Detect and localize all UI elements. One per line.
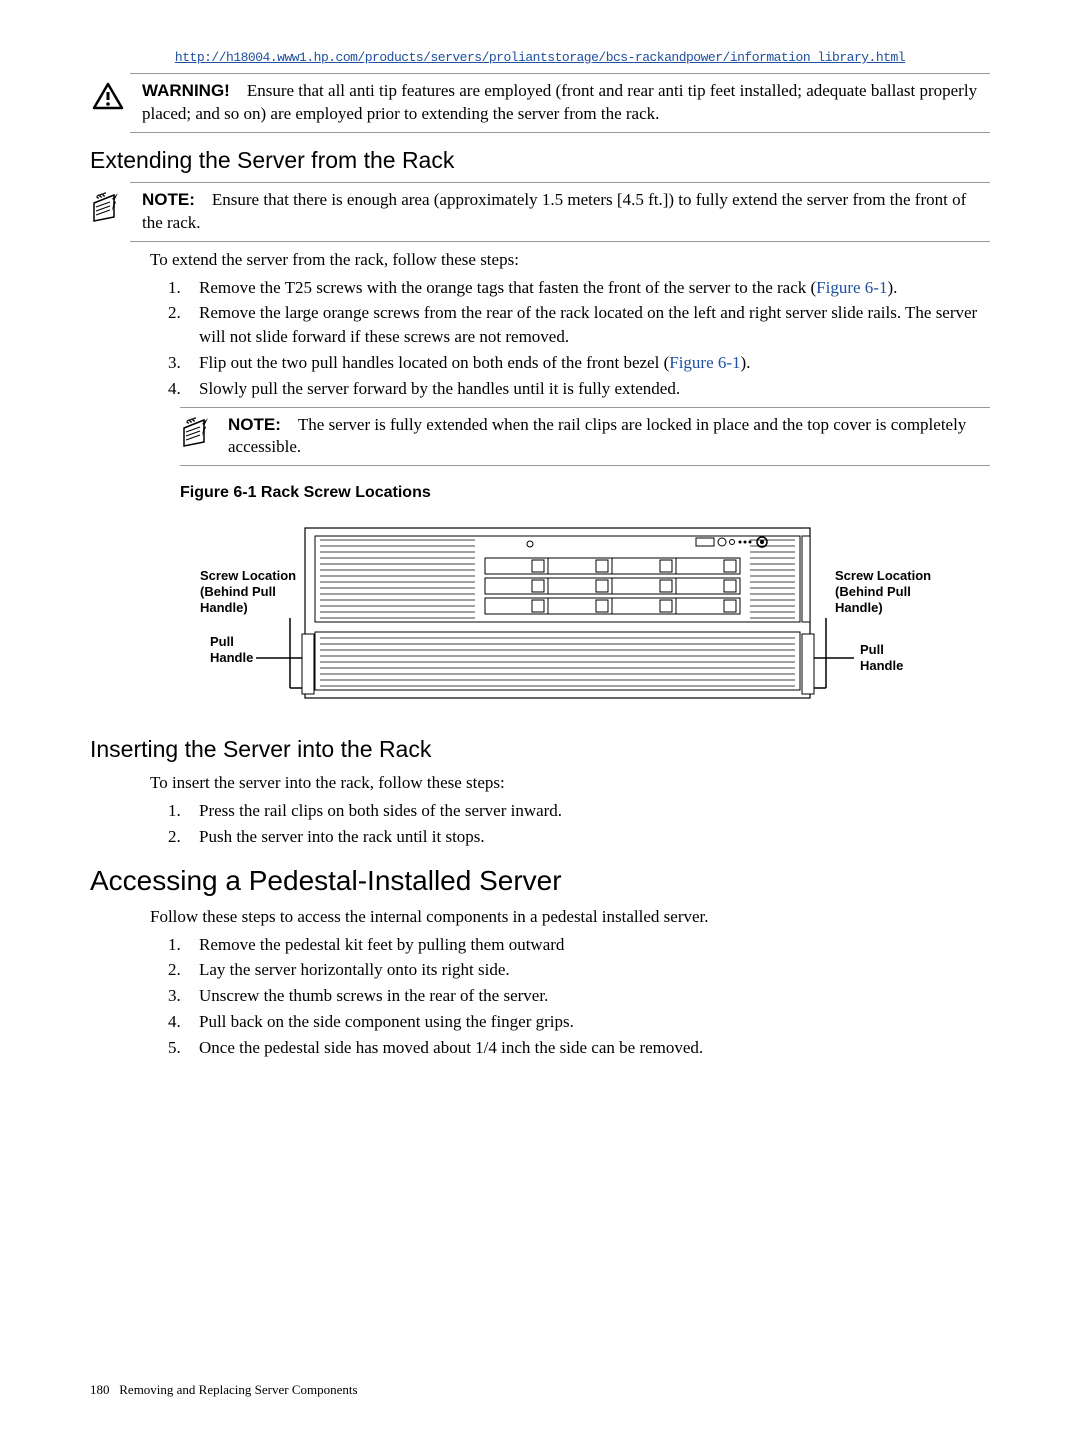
warning-block: WARNING! Ensure that all anti tip featur…: [90, 80, 990, 126]
list-item: Push the server into the rack until it s…: [185, 825, 990, 849]
note-block: NOTE: Ensure that there is enough area (…: [90, 189, 990, 235]
divider: [180, 465, 990, 466]
intro-text: To extend the server from the rack, foll…: [150, 248, 990, 272]
heading-inserting: Inserting the Server into the Rack: [90, 736, 990, 763]
svg-text:Screw Location: Screw Location: [835, 568, 931, 583]
list-item: Remove the pedestal kit feet by pulling …: [185, 933, 990, 957]
list-item: Unscrew the thumb screws in the rear of …: [185, 984, 990, 1008]
svg-text:Pull: Pull: [210, 634, 234, 649]
svg-text:(Behind Pull: (Behind Pull: [200, 584, 276, 599]
figure-diagram: Screw Location (Behind Pull Handle) Pull…: [90, 518, 990, 718]
list-item: Slowly pull the server forward by the ha…: [185, 377, 990, 401]
divider: [130, 182, 990, 183]
divider: [130, 73, 990, 74]
note-label: NOTE:: [142, 190, 195, 209]
list-item: Flip out the two pull handles located on…: [185, 351, 990, 375]
chapter-title: Removing and Replacing Server Components: [119, 1382, 357, 1397]
svg-text:Pull: Pull: [860, 642, 884, 657]
url-link[interactable]: http://h18004.www1.hp.com/products/serve…: [90, 50, 990, 65]
list-item: Remove the T25 screws with the orange ta…: [185, 276, 990, 300]
divider: [130, 241, 990, 242]
steps-list: Remove the pedestal kit feet by pulling …: [185, 933, 990, 1060]
divider: [130, 132, 990, 133]
list-item: Lay the server horizontally onto its rig…: [185, 958, 990, 982]
note-icon: [182, 416, 214, 448]
warning-icon: [92, 82, 124, 110]
heading-pedestal: Accessing a Pedestal-Installed Server: [90, 865, 990, 897]
list-item: Once the pedestal side has moved about 1…: [185, 1036, 990, 1060]
figure-link[interactable]: Figure 6-1: [669, 353, 740, 372]
list-item: Pull back on the side component using th…: [185, 1010, 990, 1034]
page-number: 180: [90, 1382, 110, 1397]
intro-text: Follow these steps to access the interna…: [150, 905, 990, 929]
svg-text:Handle): Handle): [835, 600, 883, 615]
note-icon: [92, 191, 124, 223]
note-label: NOTE:: [228, 415, 281, 434]
steps-list: Remove the T25 screws with the orange ta…: [185, 276, 990, 401]
divider: [180, 407, 990, 408]
svg-text:(Behind Pull: (Behind Pull: [835, 584, 911, 599]
note-text: Ensure that there is enough area (approx…: [142, 190, 966, 232]
nested-note: NOTE: The server is fully extended when …: [180, 407, 990, 467]
figure-link[interactable]: Figure 6-1: [816, 278, 887, 297]
steps-list: Press the rail clips on both sides of th…: [185, 799, 990, 849]
intro-text: To insert the server into the rack, foll…: [150, 771, 990, 795]
svg-text:Screw Location: Screw Location: [200, 568, 296, 583]
svg-text:Handle): Handle): [200, 600, 248, 615]
list-item: Remove the large orange screws from the …: [185, 301, 990, 349]
warning-label: WARNING!: [142, 81, 230, 100]
svg-text:Handle: Handle: [210, 650, 253, 665]
svg-text:Handle: Handle: [860, 658, 903, 673]
heading-extending: Extending the Server from the Rack: [90, 147, 990, 174]
page-footer: 180 Removing and Replacing Server Compon…: [90, 1382, 358, 1398]
warning-text: Ensure that all anti tip features are em…: [142, 81, 977, 123]
list-item: Press the rail clips on both sides of th…: [185, 799, 990, 823]
figure-caption: Figure 6-1 Rack Screw Locations: [180, 484, 990, 502]
note-text: The server is fully extended when the ra…: [228, 415, 966, 457]
